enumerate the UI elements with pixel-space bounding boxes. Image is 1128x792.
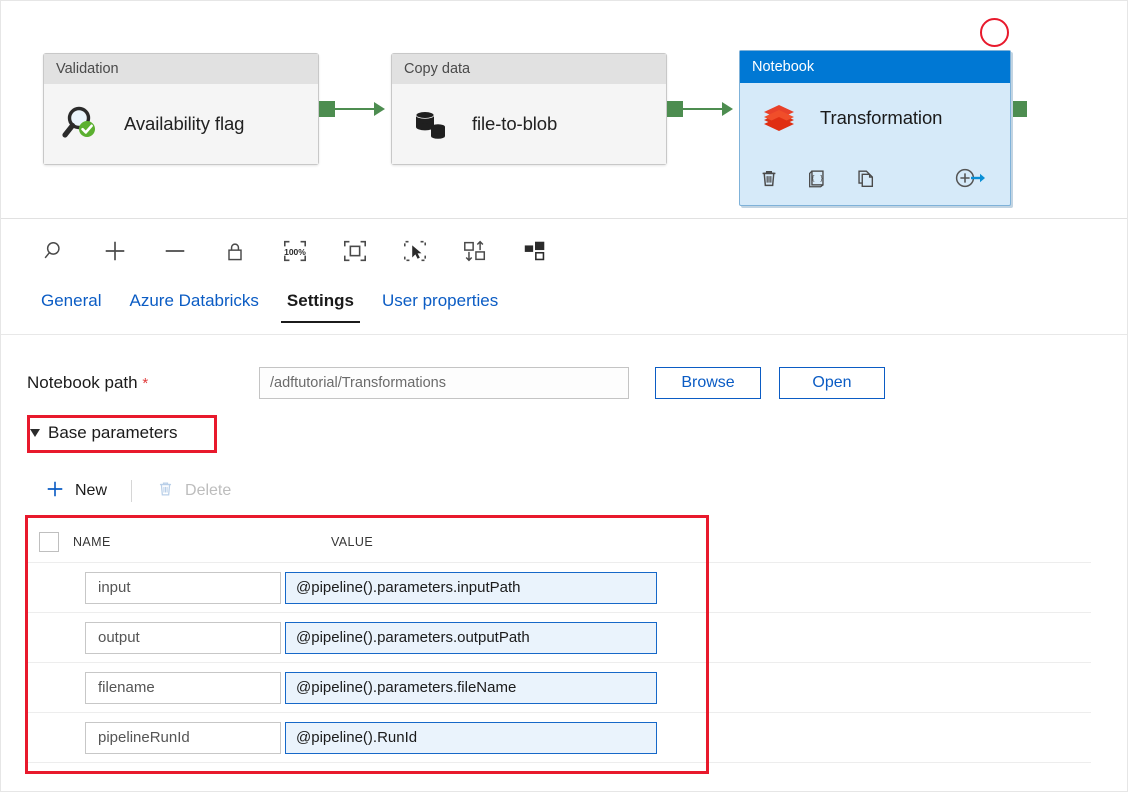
table-row — [27, 713, 1091, 763]
auto-align-icon[interactable] — [445, 228, 505, 274]
code-braces-icon[interactable]: { } — [806, 167, 828, 189]
trash-icon — [156, 479, 175, 503]
table-row — [27, 613, 1091, 663]
activity-body: file-to-blob — [392, 84, 666, 164]
zoom-out-icon[interactable] — [145, 228, 205, 274]
activity-type-text: Notebook — [752, 59, 815, 75]
base-parameters-section-header[interactable]: Base parameters — [27, 418, 189, 448]
database-copy-icon — [410, 103, 452, 145]
activity-name: Availability flag — [124, 113, 245, 134]
base-parameters-command-bar: New Delete — [31, 474, 245, 508]
notebook-path-input[interactable] — [259, 367, 629, 399]
activity-name: Transformation — [820, 107, 943, 128]
select-pointer-icon[interactable] — [385, 228, 445, 274]
svg-text:100%: 100% — [284, 246, 306, 256]
activity-action-bar: { } — [740, 153, 1010, 203]
activity-type-label: Notebook — [740, 51, 1010, 83]
parameter-name-cell — [27, 671, 285, 704]
chevron-down-icon — [30, 429, 40, 437]
browse-button[interactable]: Browse — [655, 367, 761, 399]
tab-azure-databricks[interactable]: Azure Databricks — [115, 287, 272, 323]
delete-parameter-button[interactable]: Delete — [142, 474, 245, 508]
connector-arrow-1 — [374, 102, 385, 116]
parameter-name-input[interactable] — [85, 571, 281, 604]
zoom-to-fit-icon[interactable] — [325, 228, 385, 274]
lock-icon[interactable] — [205, 228, 265, 274]
trash-icon[interactable] — [758, 167, 780, 189]
parameter-name-input[interactable] — [85, 721, 281, 754]
connector-handle-notebook-out[interactable] — [1013, 101, 1027, 117]
parameter-value-input[interactable] — [285, 621, 657, 654]
add-output-arrow-icon[interactable] — [954, 166, 988, 190]
tab-general[interactable]: General — [27, 287, 115, 323]
zoom-100-percent-icon[interactable]: 100% — [265, 228, 325, 274]
notebook-path-row: Notebook path * Browse Open — [27, 366, 1097, 400]
auto-layout-icon[interactable] — [505, 228, 565, 274]
parameter-value-input[interactable] — [285, 571, 657, 604]
activity-body: Transformation — [740, 83, 1010, 153]
zoom-search-icon[interactable] — [25, 228, 85, 274]
parameter-value-cell — [285, 721, 1091, 754]
table-header-row: NAME VALUE — [27, 521, 1091, 563]
notebook-path-label-text: Notebook path — [27, 373, 138, 392]
parameter-value-cell — [285, 671, 1091, 704]
tab-label: Azure Databricks — [129, 291, 259, 310]
open-button[interactable]: Open — [779, 367, 885, 399]
activity-node-validation[interactable]: Validation Availability flag — [43, 53, 319, 165]
parameter-value-cell — [285, 621, 1091, 654]
parameter-value-cell — [285, 571, 1091, 604]
svg-text:{ }: { } — [811, 173, 824, 182]
copy-pages-icon[interactable] — [854, 167, 876, 189]
properties-tabs: General Azure Databricks Settings User p… — [1, 287, 1127, 335]
connector-arrow-2 — [722, 102, 733, 116]
table-row — [27, 663, 1091, 713]
zoom-in-icon[interactable] — [85, 228, 145, 274]
plus-icon — [45, 479, 65, 504]
activity-type-label: Validation — [44, 54, 318, 84]
tab-label: User properties — [381, 291, 499, 310]
table-row — [27, 563, 1091, 613]
required-asterisk: * — [142, 375, 149, 392]
column-header-value: VALUE — [331, 534, 374, 549]
connector-line-2 — [681, 108, 723, 110]
canvas-toolbar: 100% — [1, 220, 1127, 282]
activity-node-notebook[interactable]: Notebook Transformation {} — [739, 50, 1011, 206]
tab-label: Settings — [286, 291, 354, 310]
parameter-name-input[interactable] — [85, 621, 281, 654]
parameter-value-input[interactable] — [285, 671, 657, 704]
settings-panel: Notebook path * Browse Open Base paramet… — [1, 341, 1127, 791]
activity-type-text: Validation — [56, 61, 119, 77]
tab-user-properties[interactable]: User properties — [368, 287, 512, 323]
connector-line-1 — [333, 108, 375, 110]
parameter-name-cell — [27, 571, 285, 604]
annotation-circle — [980, 18, 1009, 47]
new-parameter-button[interactable]: New — [31, 474, 121, 508]
activity-type-text: Copy data — [404, 61, 471, 77]
new-parameter-label: New — [75, 482, 108, 499]
activity-body: Availability flag — [44, 84, 318, 164]
column-header-name: NAME — [73, 534, 111, 549]
activity-node-copy-data[interactable]: Copy data file-to-blob — [391, 53, 667, 165]
delete-parameter-label: Delete — [185, 482, 232, 499]
base-parameters-title: Base parameters — [48, 423, 178, 442]
parameter-value-input[interactable] — [285, 721, 657, 754]
app-root: Validation Availability flag Copy data f… — [0, 0, 1128, 792]
tab-label: General — [41, 291, 102, 310]
parameter-name-cell — [27, 721, 285, 754]
pipeline-canvas[interactable]: Validation Availability flag Copy data f… — [1, 1, 1127, 219]
parameter-name-cell — [27, 621, 285, 654]
activity-type-label: Copy data — [392, 54, 666, 84]
select-all-checkbox[interactable] — [39, 531, 59, 552]
magnifier-check-icon — [62, 103, 104, 145]
parameter-name-input[interactable] — [85, 671, 281, 704]
activity-name: file-to-blob — [472, 113, 558, 134]
databricks-layers-icon — [758, 97, 800, 139]
base-parameters-table: NAME VALUE — [27, 521, 1091, 763]
notebook-path-label: Notebook path * — [27, 373, 259, 393]
tab-settings[interactable]: Settings — [273, 287, 368, 323]
select-all-cell — [27, 531, 73, 552]
command-separator — [131, 480, 133, 502]
